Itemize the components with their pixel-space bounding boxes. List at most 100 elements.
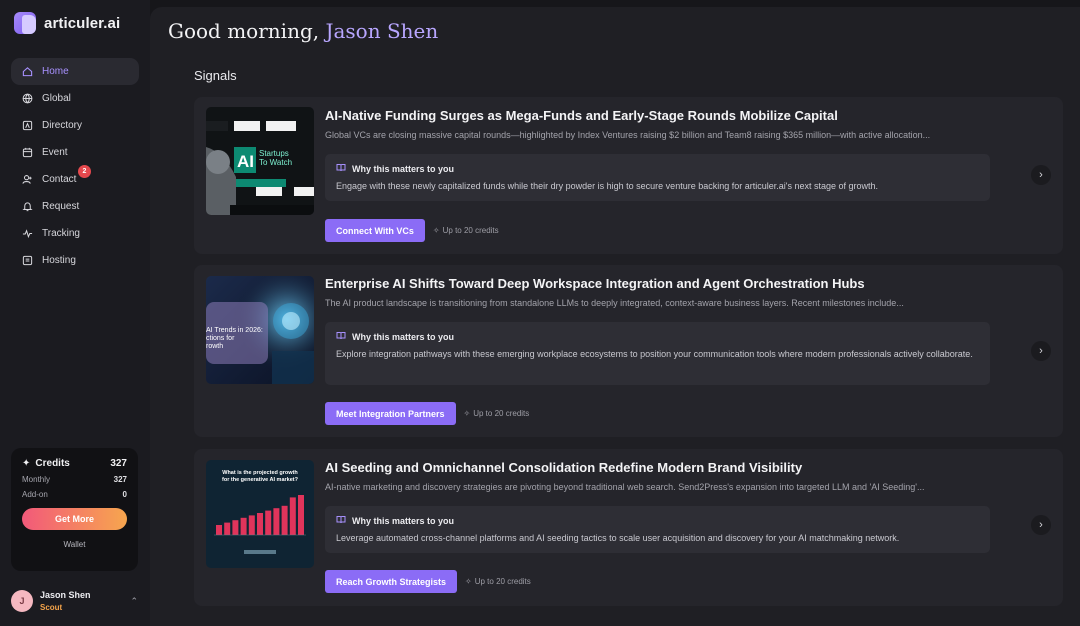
svg-text:ctions for: ctions for [206,335,235,342]
thumbnail-bar [265,510,272,535]
user-name: Jason Shen [40,590,91,600]
signal-title[interactable]: AI Seeding and Omnichannel Consolidation… [325,460,802,475]
chevron-right-icon[interactable]: › [1031,515,1051,535]
svg-text:for the generative AI market?: for the generative AI market? [222,477,299,483]
sidebar-item-label: Contact [42,174,77,185]
brand-logo[interactable]: articuler.ai [14,12,120,34]
signal-card[interactable]: AI Trends in 2026: ctions for rowth Ente… [194,265,1063,437]
contact-icon [22,174,33,185]
credits-addon-row: Add-on 0 [22,490,127,499]
book-icon [336,163,346,174]
meet-integration-partners-button[interactable]: Meet Integration Partners [325,402,456,425]
reach-growth-strategists-button[interactable]: Reach Growth Strategists [325,570,458,593]
sidebar-item-tracking[interactable]: Tracking [11,220,139,247]
svg-text:AI Trends in 2026:: AI Trends in 2026: [206,327,263,334]
thumbnail-bar [224,522,231,535]
signal-description: AI-native marketing and discovery strate… [325,482,925,492]
activity-icon [22,228,33,239]
sidebar-item-label: Request [42,201,80,212]
signal-thumbnail: What is the projected growth for the gen… [206,460,314,568]
section-title: Signals [194,68,237,83]
credit-cost: ✧ Up to 20 credits [463,409,530,418]
why-matters-box: Why this matters to you Leverage automat… [325,506,990,553]
main-content: Good morning, Jason Shen Signals AI Star… [150,7,1080,626]
book-icon [336,515,346,526]
sparkle-icon: ✧ [463,409,471,418]
why-matters-label: Why this matters to you [352,331,455,342]
svg-text:What is the projected growth: What is the projected growth [222,470,298,476]
calendar-icon [22,147,33,158]
why-matters-text: Explore integration pathways with these … [336,349,973,359]
svg-text:Startups: Startups [259,149,289,158]
brand-name: articuler.ai [44,14,121,32]
avatar: J [11,590,33,612]
contact-count-badge: 2 [78,165,91,178]
wallet-link[interactable]: Wallet [22,540,127,549]
sidebar-nav: Home Global Directory Event Contact 2 Re… [11,58,139,274]
sidebar-item-directory[interactable]: Directory [11,112,139,139]
svg-text:rowth: rowth [206,343,223,350]
signal-thumbnail: AI Trends in 2026: ctions for rowth [206,276,314,384]
why-matters-label: Why this matters to you [352,163,455,174]
why-matters-box: Why this matters to you Engage with thes… [325,154,990,201]
sidebar-item-label: Hosting [42,255,76,266]
greeting: Good morning, Jason Shen [168,19,439,43]
user-menu[interactable]: J Jason Shen Scout ⌃ [11,590,138,612]
sidebar-item-label: Tracking [42,228,80,239]
why-matters-text: Engage with these newly capitalized fund… [336,181,879,191]
signal-title[interactable]: Enterprise AI Shifts Toward Deep Workspa… [325,276,865,291]
svg-text:To Watch: To Watch [259,158,292,167]
greeting-name: Jason Shen [325,19,439,43]
chevron-updown-icon: ⌃ [130,595,138,606]
thumbnail-bar [216,525,222,535]
sidebar-item-event[interactable]: Event [11,139,139,166]
sidebar-item-label: Home [42,66,69,77]
chevron-right-icon[interactable]: › [1031,165,1051,185]
sidebar-item-label: Event [42,147,68,158]
sidebar: articuler.ai Home Global Directory Event… [0,0,150,626]
book-icon [336,331,346,342]
thumbnail-bar [240,517,247,535]
sidebar-item-label: Directory [42,120,83,131]
signal-card[interactable]: What is the projected growth for the gen… [194,449,1063,606]
sidebar-item-request[interactable]: Request [11,193,139,220]
user-role: Scout [40,603,63,612]
why-matters-text: Leverage automated cross-channel platfor… [336,533,900,543]
bar-chart-thumbnail: What is the projected growth for the gen… [206,460,314,568]
signal-card[interactable]: AI Startups To Watch AI-Native Funding S… [194,97,1063,254]
globe-icon [22,93,33,104]
hosting-icon [22,255,33,266]
logo-icon [14,12,36,34]
sparkle-icon: ✧ [432,226,440,235]
thumbnail-bar [281,505,288,535]
signal-description: Global VCs are closing massive capital r… [325,130,931,140]
why-matters-box: Why this matters to you Explore integrat… [325,322,990,385]
connect-with-vcs-button[interactable]: Connect With VCs [325,219,425,242]
credit-cost: ✧ Up to 20 credits [465,577,531,586]
chevron-right-icon[interactable]: › [1031,341,1051,361]
bell-icon [22,201,33,212]
sidebar-item-contact[interactable]: Contact 2 [11,165,139,193]
signal-description: The AI product landscape is transitionin… [325,298,904,308]
sidebar-item-global[interactable]: Global [11,85,139,112]
credits-panel: ✦ Credits 327 Monthly 327 Add-on 0 Get Mo… [11,448,138,571]
sidebar-item-home[interactable]: Home [11,58,139,85]
signal-title[interactable]: AI-Native Funding Surges as Mega-Funds a… [325,108,838,123]
get-more-button[interactable]: Get More [22,508,127,530]
sidebar-item-hosting[interactable]: Hosting [11,247,139,274]
thumbnail-bar [289,497,296,535]
thumbnail-bar [232,520,239,535]
sparkle-icon: ✧ [465,577,472,586]
sidebar-item-label: Global [42,93,71,104]
signal-thumbnail: AI Startups To Watch [206,107,314,215]
thumbnail-bar [257,513,263,535]
credit-cost: ✧ Up to 20 credits [432,226,499,235]
sparkle-icon: ✦ [22,458,31,469]
thumb-ai-text: AI [237,152,254,171]
credits-monthly-row: Monthly 327 [22,475,127,484]
credits-title: Credits [35,458,70,469]
thumbnail-bar [248,515,255,535]
why-matters-label: Why this matters to you [352,515,455,526]
directory-icon [22,120,33,131]
thumbnail-bar [273,508,280,535]
